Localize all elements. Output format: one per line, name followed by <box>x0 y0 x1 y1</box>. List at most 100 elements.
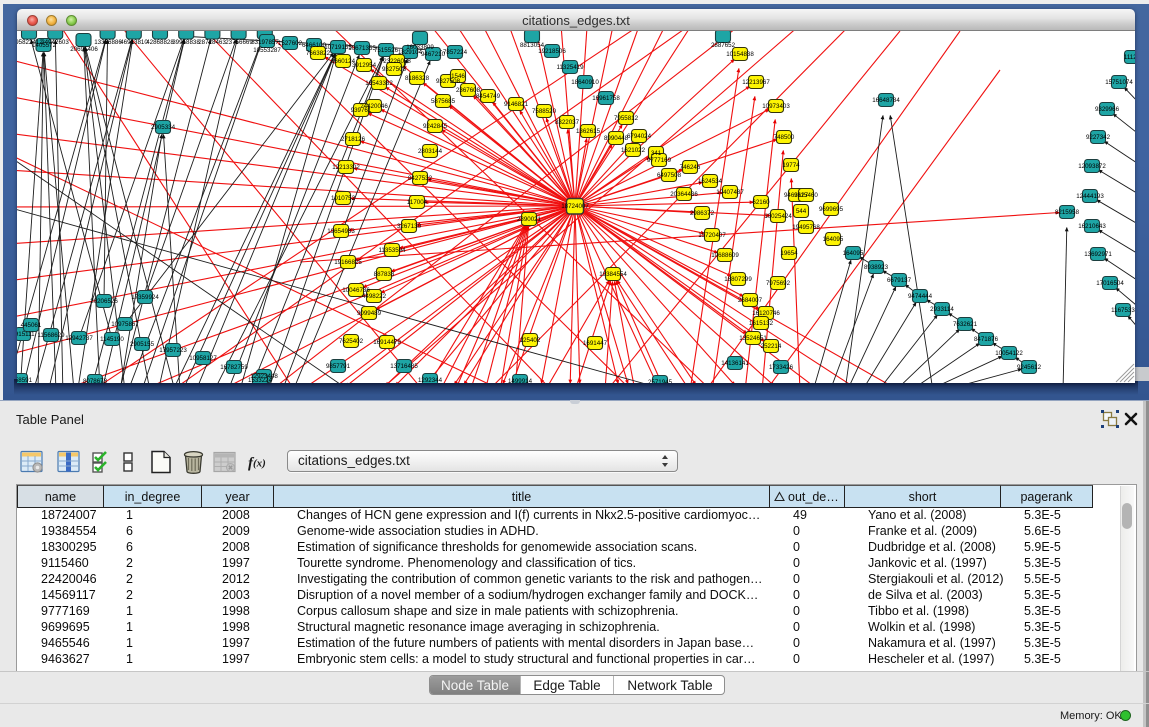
svg-text:17957223: 17957223 <box>159 347 187 354</box>
svg-text:11123: 11123 <box>1124 54 1135 61</box>
svg-text:1533224: 1533224 <box>248 377 273 383</box>
svg-text:2905155: 2905155 <box>130 341 155 348</box>
svg-text:7955812: 7955812 <box>614 115 639 122</box>
svg-text:1292344: 1292344 <box>418 377 443 383</box>
svg-text:544: 544 <box>796 208 807 215</box>
svg-text:7515526: 7515526 <box>374 47 399 54</box>
svg-text:19654: 19654 <box>780 250 798 257</box>
svg-text:16961758: 16961758 <box>592 95 620 102</box>
svg-text:2803144: 2803144 <box>418 148 443 155</box>
svg-text:7588520: 7588520 <box>532 108 557 115</box>
svg-text:2933114: 2933114 <box>930 306 954 313</box>
svg-text:9327503: 9327503 <box>382 66 407 73</box>
svg-text:15751074: 15751074 <box>1105 79 1133 86</box>
svg-text:11353594: 11353594 <box>378 247 406 254</box>
svg-text:252214: 252214 <box>761 343 782 350</box>
svg-text:125402: 125402 <box>520 337 541 344</box>
svg-text:13524651: 13524651 <box>739 335 767 342</box>
svg-text:8215958: 8215958 <box>1055 209 1080 216</box>
svg-text:20691406: 20691406 <box>70 46 98 53</box>
svg-text:20364436: 20364436 <box>670 191 698 198</box>
svg-text:1145190: 1145190 <box>100 336 124 343</box>
svg-text:939761: 939761 <box>351 107 372 114</box>
svg-text:164095: 164095 <box>823 236 844 243</box>
svg-text:10025424: 10025424 <box>764 213 792 220</box>
svg-text:83197857: 83197857 <box>251 39 279 46</box>
svg-text:5875685: 5875685 <box>431 98 456 105</box>
svg-text:12093872: 12093872 <box>1078 163 1106 170</box>
svg-text:341: 341 <box>651 150 662 157</box>
svg-text:9467210: 9467210 <box>421 51 446 58</box>
svg-text:1691447: 1691447 <box>583 340 608 347</box>
svg-text:12942737: 12942737 <box>65 335 93 342</box>
svg-text:2986372: 2986372 <box>690 210 715 217</box>
svg-text:1010752: 1010752 <box>331 195 356 202</box>
svg-text:19218506: 19218506 <box>538 48 566 55</box>
svg-text:17359924: 17359924 <box>131 294 159 301</box>
svg-text:1624534: 1624534 <box>698 178 723 185</box>
svg-text:17016504: 17016504 <box>1096 280 1124 287</box>
svg-text:1167533: 1167533 <box>1111 307 1135 314</box>
svg-text:6497508: 6497508 <box>657 172 682 179</box>
svg-text:12213302: 12213302 <box>332 164 360 171</box>
svg-text:9146821: 9146821 <box>504 101 529 108</box>
svg-text:10688609: 10688609 <box>711 252 739 259</box>
svg-text:20206526: 20206526 <box>90 298 118 305</box>
svg-text:13716485: 13716485 <box>390 363 418 370</box>
svg-text:1615132: 1615132 <box>749 320 774 327</box>
svg-text:8427532: 8427532 <box>408 175 433 182</box>
svg-text:746246: 746246 <box>680 164 701 171</box>
svg-text:10553287: 10553287 <box>253 47 281 54</box>
svg-text:748500: 748500 <box>774 134 795 141</box>
svg-text:6794024: 6794024 <box>627 133 652 140</box>
svg-text:7632621: 7632621 <box>953 321 978 328</box>
svg-text:10671355: 10671355 <box>348 45 376 52</box>
svg-text:2458591: 2458591 <box>17 377 33 383</box>
svg-text:62160: 62160 <box>752 199 770 206</box>
svg-text:16210643: 16210643 <box>1078 223 1106 230</box>
svg-text:9699695: 9699695 <box>819 206 844 213</box>
svg-text:15720407: 15720407 <box>698 232 726 239</box>
svg-text:2571945: 2571945 <box>648 379 673 383</box>
svg-text:11568629: 11568629 <box>37 332 65 339</box>
svg-text:16782759: 16782759 <box>220 364 248 371</box>
svg-text:2390021: 2390021 <box>517 216 542 223</box>
svg-text:8322037: 8322037 <box>555 119 580 126</box>
svg-text:9245612: 9245612 <box>1017 364 1042 371</box>
svg-text:12444193: 12444193 <box>1076 193 1104 200</box>
svg-text:10975867: 10975867 <box>111 321 139 328</box>
svg-text:(x): (x) <box>253 458 266 470</box>
svg-text:16648784: 16648784 <box>872 97 900 104</box>
svg-text:445061: 445061 <box>21 322 42 329</box>
svg-text:2887652: 2887652 <box>711 42 736 49</box>
svg-text:14136141: 14136141 <box>721 360 749 367</box>
svg-text:12213967: 12213967 <box>742 79 770 86</box>
svg-text:7857224: 7857224 <box>443 49 468 56</box>
svg-text:3267130: 3267130 <box>397 223 422 230</box>
svg-text:4498222: 4498222 <box>362 293 387 300</box>
svg-text:19654933: 19654933 <box>327 228 355 235</box>
svg-text:23756669: 23756669 <box>225 39 253 46</box>
svg-text:3915111: 3915111 <box>17 331 35 338</box>
svg-text:1405572: 1405572 <box>32 42 57 49</box>
svg-text:39958838: 39958838 <box>172 39 200 46</box>
svg-text:1527602: 1527602 <box>278 40 303 47</box>
svg-text:8454749: 8454749 <box>476 93 501 100</box>
svg-text:7625402: 7625402 <box>339 338 364 345</box>
svg-text:10154838: 10154838 <box>726 51 754 58</box>
svg-text:9329966: 9329966 <box>1095 106 1120 113</box>
svg-text:23226058: 23226058 <box>383 58 411 65</box>
svg-text:6466100: 6466100 <box>302 42 327 49</box>
svg-text:19166825: 19166825 <box>334 259 362 266</box>
svg-text:8078673: 8078673 <box>83 378 108 383</box>
svg-text:18640910: 18640910 <box>571 79 599 86</box>
svg-text:1362615: 1362615 <box>576 128 601 135</box>
svg-text:16914479: 16914479 <box>373 339 401 346</box>
svg-text:117004: 117004 <box>407 199 428 206</box>
svg-text:13356886: 13356886 <box>94 39 122 46</box>
svg-text:9242845: 9242845 <box>423 123 448 130</box>
svg-text:8186328: 8186328 <box>405 75 430 82</box>
svg-text:1499914: 1499914 <box>508 378 533 383</box>
svg-text:16033809: 16033809 <box>406 44 434 51</box>
svg-text:1733426: 1733426 <box>769 364 794 371</box>
